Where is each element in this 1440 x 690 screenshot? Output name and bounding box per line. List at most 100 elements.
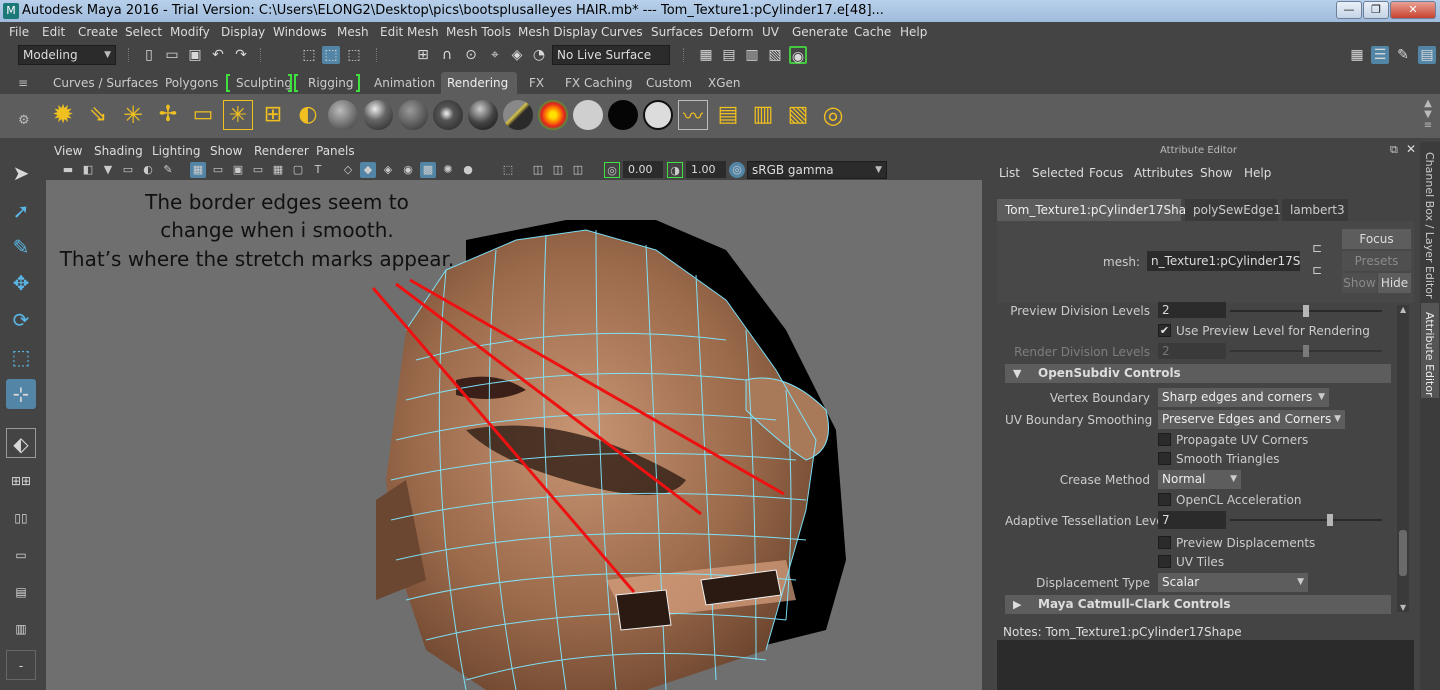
- layered-shader-icon[interactable]: [643, 100, 673, 130]
- uv-boundary-smoothing-dropdown[interactable]: Preserve Edges and Corners ▼: [1158, 410, 1345, 429]
- attr-menu-show[interactable]: Show: [1200, 166, 1232, 180]
- spot-light-icon[interactable]: ✢: [153, 100, 183, 130]
- 2d-pan-zoom-icon[interactable]: ◐: [140, 162, 156, 178]
- catmull-clark-controls-section[interactable]: ▶ Maya Catmull-Clark Controls: [1005, 595, 1391, 614]
- menu-mesh-tools[interactable]: Mesh Tools: [446, 25, 511, 39]
- shadow-matte-icon[interactable]: [608, 100, 638, 130]
- live-surface-field[interactable]: No Live Surface: [552, 45, 670, 65]
- gear-icon[interactable]: ⚙: [18, 114, 32, 128]
- side-tab-attribute-editor[interactable]: Attribute Editor: [1423, 312, 1436, 397]
- tab-polysewedge[interactable]: polySewEdge1: [1185, 199, 1281, 221]
- safe-title-icon[interactable]: T: [310, 162, 326, 178]
- maximize-button[interactable]: ❐: [1363, 1, 1389, 19]
- tab-fx[interactable]: FX: [523, 72, 550, 94]
- anisotropic-material-icon[interactable]: [468, 100, 498, 130]
- menu-deform[interactable]: Deform: [709, 25, 754, 39]
- xray-icon[interactable]: ◫: [530, 162, 546, 178]
- use-preview-level-checkbox[interactable]: ✔: [1158, 324, 1171, 337]
- hide-button[interactable]: Hide: [1378, 273, 1411, 293]
- slider-knob[interactable]: [1303, 305, 1309, 317]
- render-current-frame-icon[interactable]: ▤: [720, 46, 738, 64]
- mesh-name-field[interactable]: n_Texture1:pCylinder17Shape: [1147, 251, 1300, 271]
- lambert-material-icon[interactable]: [328, 100, 358, 130]
- color-space-dropdown[interactable]: sRGB gamma ▼: [747, 161, 887, 179]
- rotate-tool-icon[interactable]: ⟳: [6, 305, 36, 335]
- close-icon[interactable]: ✕: [1406, 142, 1416, 156]
- select-camera-icon[interactable]: ▬: [60, 162, 76, 178]
- menu-display[interactable]: Display: [221, 25, 265, 39]
- hypershade-layout-icon[interactable]: ▥: [6, 614, 36, 644]
- snap-grid-icon[interactable]: ⊞: [414, 46, 432, 64]
- menu-mesh[interactable]: Mesh: [337, 25, 369, 39]
- exposure-field[interactable]: 0.00: [623, 161, 663, 178]
- outliner-layout-icon[interactable]: ▭: [6, 540, 36, 570]
- side-tab-channel-box[interactable]: Channel Box / Layer Editor: [1423, 152, 1436, 299]
- snap-projected-icon[interactable]: ⌖: [486, 46, 504, 64]
- safe-action-icon[interactable]: ▢: [290, 162, 306, 178]
- xray-joints-icon[interactable]: ◫: [550, 162, 566, 178]
- gamma-field[interactable]: 1.00: [686, 161, 726, 178]
- attr-menu-focus[interactable]: Focus: [1089, 166, 1123, 180]
- slider-knob[interactable]: [1327, 514, 1333, 526]
- menu-modify[interactable]: Modify: [170, 25, 210, 39]
- ambient-light-icon[interactable]: ✹: [48, 100, 78, 130]
- workspace-icon[interactable]: ▦: [1348, 46, 1366, 64]
- camera-aim-icon[interactable]: ◐: [293, 100, 323, 130]
- preview-division-levels-field[interactable]: 2: [1158, 302, 1226, 318]
- four-view-layout-icon[interactable]: ⊞⊞: [6, 466, 36, 496]
- tab-fx-caching[interactable]: FX Caching: [559, 72, 638, 94]
- two-panes-layout-icon[interactable]: ▯▯: [6, 503, 36, 533]
- tab-xgen[interactable]: XGen: [702, 72, 747, 94]
- viewport-menu-view[interactable]: View: [54, 144, 82, 158]
- move-tool-icon[interactable]: ✥: [6, 268, 36, 298]
- select-object-icon[interactable]: ⬚: [322, 46, 340, 64]
- exposure-icon[interactable]: ◎: [604, 162, 620, 178]
- image-plane-icon[interactable]: ▭: [120, 162, 136, 178]
- wireframe-icon[interactable]: ◇: [340, 162, 356, 178]
- snap-view-plane-icon[interactable]: ◈: [508, 46, 526, 64]
- xray-components-icon[interactable]: ◫: [570, 162, 586, 178]
- adaptive-tessellation-field[interactable]: 7: [1158, 511, 1226, 529]
- snap-point-icon[interactable]: ⊙: [462, 46, 480, 64]
- vertex-boundary-dropdown[interactable]: Sharp edges and corners ▼: [1158, 388, 1329, 407]
- show-output-icon[interactable]: ⊏: [1312, 263, 1330, 277]
- opencl-acceleration-checkbox[interactable]: [1158, 493, 1171, 506]
- bookmark-icon[interactable]: ▼: [100, 162, 116, 178]
- menu-generate[interactable]: Generate: [792, 25, 848, 39]
- shelf-scroll-icon[interactable]: ▲ ▼ ≡: [1422, 98, 1434, 132]
- phong-material-icon[interactable]: [398, 100, 428, 130]
- render-settings-icon[interactable]: ▥: [748, 100, 778, 130]
- select-tool-icon[interactable]: ➤: [6, 158, 36, 188]
- tab-curves-surfaces[interactable]: Curves / Surfaces: [47, 72, 164, 94]
- tab-polygons[interactable]: Polygons: [159, 72, 224, 94]
- viewport-menu-lighting[interactable]: Lighting: [152, 144, 201, 158]
- menu-windows[interactable]: Windows: [273, 25, 327, 39]
- scale-tool-icon[interactable]: ⬚: [6, 342, 36, 372]
- universal-manipulator-icon[interactable]: ⊹: [6, 379, 36, 409]
- ipr-render-icon[interactable]: ▥: [743, 46, 761, 64]
- attr-menu-selected[interactable]: Selected: [1032, 166, 1084, 180]
- opensubdiv-controls-section[interactable]: ▼ OpenSubdiv Controls: [1005, 364, 1391, 383]
- menu-edit[interactable]: Edit: [42, 25, 65, 39]
- tab-animation[interactable]: Animation: [368, 72, 441, 94]
- hypershade-icon[interactable]: ◉: [789, 46, 807, 65]
- menu-create[interactable]: Create: [78, 25, 118, 39]
- directional-light-icon[interactable]: ⇘: [83, 100, 113, 130]
- channel-box-toggle-icon[interactable]: ☰: [1371, 46, 1389, 64]
- menu-uv[interactable]: UV: [762, 25, 779, 39]
- attr-menu-attributes[interactable]: Attributes: [1134, 166, 1193, 180]
- smooth-shade-icon[interactable]: ◆: [360, 162, 376, 178]
- displacement-type-dropdown[interactable]: Scalar ▼: [1158, 573, 1308, 592]
- crease-method-dropdown[interactable]: Normal ▼: [1158, 470, 1241, 489]
- minimize-button[interactable]: —: [1336, 1, 1362, 19]
- resolution-gate-icon[interactable]: ▣: [230, 162, 246, 178]
- shelf-menu-icon[interactable]: ≡: [18, 76, 32, 90]
- attr-menu-list[interactable]: List: [999, 166, 1020, 180]
- menu-help[interactable]: Help: [900, 25, 927, 39]
- smooth-triangles-checkbox[interactable]: [1158, 452, 1171, 465]
- propagate-uv-corners-checkbox[interactable]: [1158, 433, 1171, 446]
- toolbox-menu-icon[interactable]: -: [6, 650, 36, 680]
- graph-editor-layout-icon[interactable]: ▤: [6, 577, 36, 607]
- float-panel-icon[interactable]: ⧉: [1390, 143, 1398, 157]
- use-all-lights-icon[interactable]: ▩: [420, 162, 436, 178]
